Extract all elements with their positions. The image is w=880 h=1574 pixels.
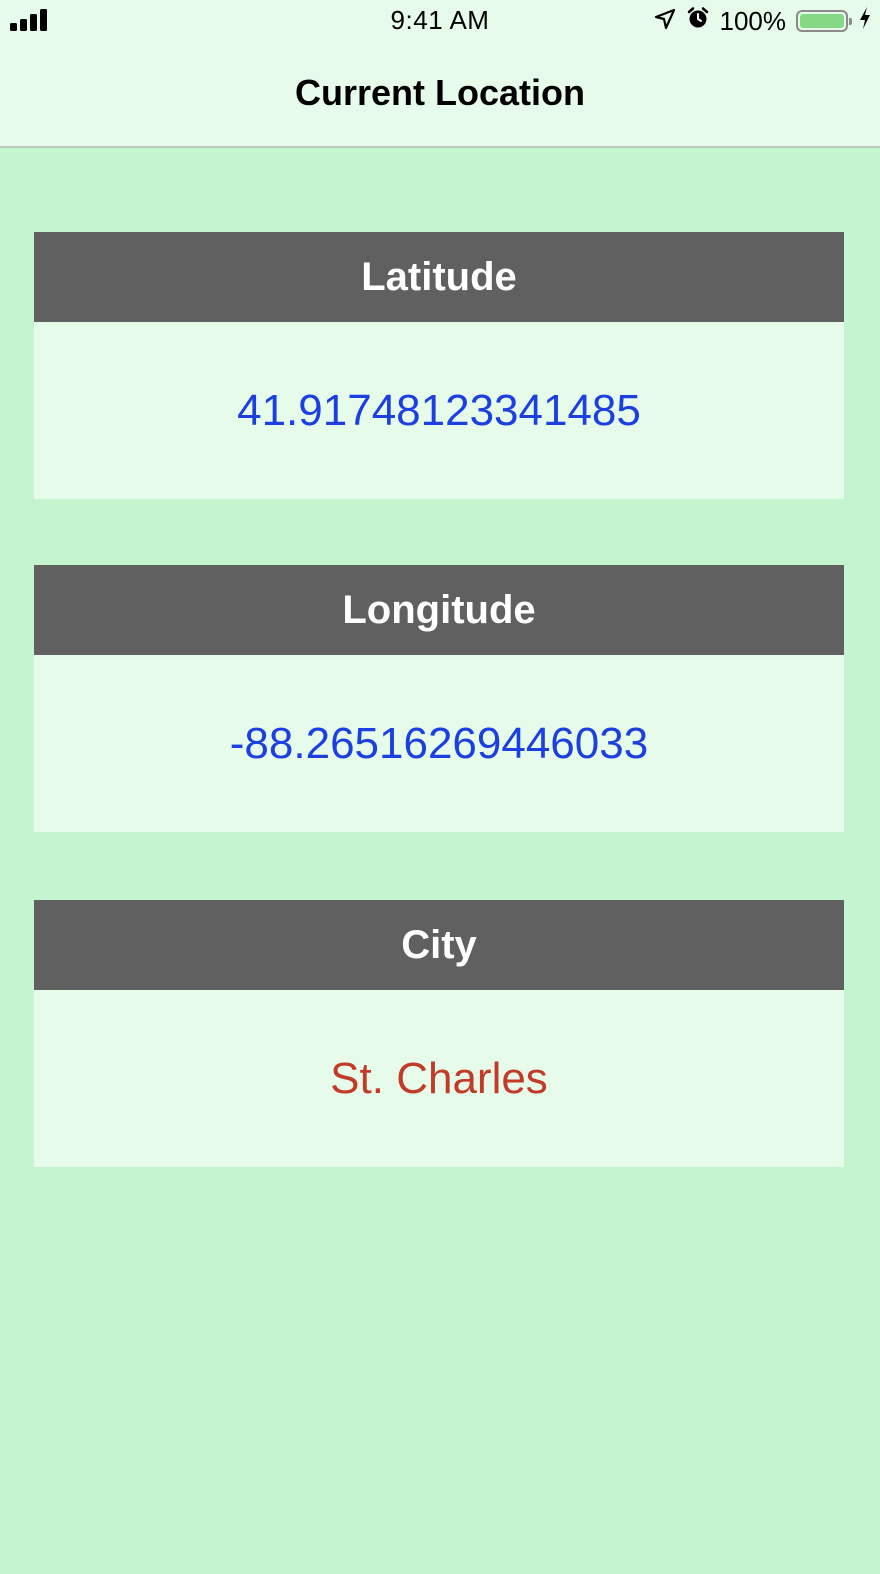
longitude-value: -88.26516269446033 [34,655,844,832]
location-arrow-icon [654,6,676,37]
battery-fill [800,14,844,28]
longitude-card: Longitude -88.26516269446033 [34,565,844,832]
latitude-value: 41.91748123341485 [34,322,844,499]
navigation-bar: Current Location [0,42,880,148]
latitude-label: Latitude [34,232,844,322]
charging-bolt-icon [858,6,872,37]
city-value: St. Charles [34,990,844,1167]
status-bar: 9:41 AM 100% [0,0,880,42]
city-card: City St. Charles [34,900,844,1167]
city-label: City [34,900,844,990]
battery-percent: 100% [719,5,787,36]
page-title: Current Location [294,72,585,113]
longitude-label: Longitude [34,565,844,655]
alarm-icon [686,6,710,37]
latitude-card: Latitude 41.91748123341485 [34,232,844,499]
battery-icon [796,10,852,32]
status-icons: 100% [654,4,873,38]
